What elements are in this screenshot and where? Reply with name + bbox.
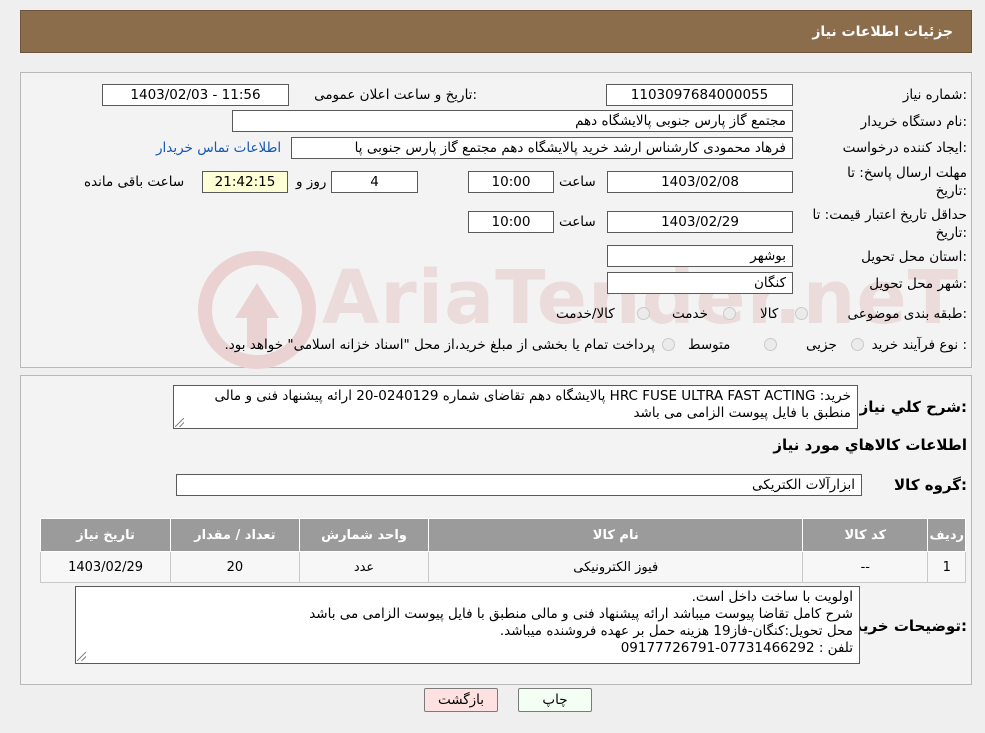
announce-field: 1403/02/03 - 11:56 xyxy=(102,84,289,106)
cell-date: 1403/02/29 xyxy=(39,551,172,583)
category-option-service: خدمت xyxy=(672,306,708,322)
city-field: کنگان xyxy=(607,272,793,294)
notes-line-3: محل تحویل:کنگان-فاز19 هزینه حمل بر عهده … xyxy=(499,623,853,639)
need-number-field: 1103097684000055 xyxy=(606,84,793,106)
notes-line-1: اولویت با ساخت داخل است. xyxy=(691,589,853,605)
watermark-text: AriaTender.neT xyxy=(322,255,960,341)
validity-time-label: ساعت xyxy=(559,214,596,230)
notes-resize-grip[interactable] xyxy=(77,652,86,661)
notes-line-4: تلفن : 07731466292-09177726791 xyxy=(620,640,853,656)
notes-textarea[interactable]: اولویت با ساخت داخل است. شرح کامل تقاضا … xyxy=(75,586,860,664)
col-unit: واحد شمارش xyxy=(298,518,430,552)
col-qty: تعداد / مقدار xyxy=(170,518,300,552)
creator-label: ایجاد کننده درخواست: xyxy=(842,140,967,156)
items-table-header: تاریخ نیاز تعداد / مقدار واحد شمارش نام … xyxy=(39,518,966,552)
process-radio-medium[interactable] xyxy=(764,338,777,351)
page-header: جزئیات اطلاعات نیاز xyxy=(20,10,972,53)
summary-resize-grip[interactable] xyxy=(175,418,184,427)
deadline-label-line2: تاریخ: xyxy=(935,183,967,199)
province-label: استان محل تحویل: xyxy=(861,249,967,265)
province-field: بوشهر xyxy=(607,245,793,267)
process-option-medium: متوسط xyxy=(688,337,731,353)
col-date: تاریخ نیاز xyxy=(39,518,172,552)
days-field: 4 xyxy=(331,171,418,193)
buyer-contact-link[interactable]: اطلاعات تماس خریدار xyxy=(156,140,281,156)
watermark-logo xyxy=(195,248,320,373)
validity-label-line1: حداقل تاریخ اعتبار قیمت: تا xyxy=(812,207,967,223)
category-label: طبقه بندی موضوعی: xyxy=(847,306,967,322)
table-row: 1403/02/29 20 عدد فیوز الکترونیکی -- 1 xyxy=(39,551,966,583)
validity-label: حداقل تاریخ اعتبار قیمت: تا تاریخ: xyxy=(813,206,967,242)
validity-label-line2: تاریخ: xyxy=(935,225,967,241)
category-radio-goods-service[interactable] xyxy=(637,307,650,320)
process-radio-minor[interactable] xyxy=(851,338,864,351)
days-label: روز و xyxy=(296,174,327,190)
print-button[interactable]: چاپ xyxy=(518,688,592,712)
cell-row: 1 xyxy=(927,551,966,583)
deadline-time-label: ساعت xyxy=(559,174,596,190)
need-number-label: شماره نیاز: xyxy=(902,87,967,103)
col-row: ردیف xyxy=(927,518,966,552)
summary-label: شرح کلي نياز: xyxy=(859,398,967,416)
page-title: جزئیات اطلاعات نیاز xyxy=(812,24,953,40)
creator-field: فرهاد محمودی کارشناس ارشد خرید پالایشگاه… xyxy=(291,137,793,159)
validity-date-field: 1403/02/29 xyxy=(607,211,793,233)
deadline-label: مهلت ارسال پاسخ: تا تاریخ: xyxy=(847,164,967,200)
goods-section-title: اطلاعات کالاهاي مورد نياز xyxy=(773,436,967,454)
col-name: نام کالا xyxy=(428,518,804,552)
deadline-time-field: 10:00 xyxy=(468,171,554,193)
back-button[interactable]: بازگشت xyxy=(424,688,498,712)
validity-time-field: 10:00 xyxy=(468,211,554,233)
treasury-checkbox[interactable] xyxy=(662,338,675,351)
process-note: پرداخت تمام یا بخشی از مبلغ خرید،از محل … xyxy=(224,337,655,353)
remaining-label: ساعت باقی مانده xyxy=(84,174,185,190)
announce-label: تاریخ و ساعت اعلان عمومی: xyxy=(314,87,477,103)
deadline-date-field: 1403/02/08 xyxy=(607,171,793,193)
city-label: شهر محل تحویل: xyxy=(869,276,967,292)
buyer-org-label: نام دستگاه خریدار: xyxy=(860,114,967,130)
col-code: کد کالا xyxy=(802,518,929,552)
category-option-goods-service: کالا/خدمت xyxy=(556,306,615,322)
remaining-time-field: 21:42:15 xyxy=(202,171,288,193)
cell-name: فیوز الکترونیکی xyxy=(428,551,804,583)
category-option-goods: کالا xyxy=(760,306,779,322)
process-label: نوع فرآیند خرید : xyxy=(871,337,967,353)
goods-group-label: گروه کالا: xyxy=(894,476,967,494)
process-option-minor: جزیی xyxy=(806,337,837,353)
notes-line-2: شرح کامل تقاضا پیوست میباشد ارائه پیشنها… xyxy=(309,606,853,622)
aria-logo-icon xyxy=(198,251,316,369)
category-radio-service[interactable] xyxy=(723,307,736,320)
goods-group-field: ابزارآلات الکتریکی xyxy=(176,474,862,496)
buyer-org-field: مجتمع گاز پارس جنوبی پالایشگاه دهم xyxy=(232,110,793,132)
category-radio-goods[interactable] xyxy=(795,307,808,320)
cell-unit: عدد xyxy=(298,551,430,583)
items-table: تاریخ نیاز تعداد / مقدار واحد شمارش نام … xyxy=(39,518,966,583)
deadline-label-line1: مهلت ارسال پاسخ: تا xyxy=(847,165,967,181)
cell-qty: 20 xyxy=(170,551,300,583)
cell-code: -- xyxy=(802,551,929,583)
summary-textarea[interactable]: خرید: HRC FUSE ULTRA FAST ACTING پالایشگ… xyxy=(173,385,858,429)
